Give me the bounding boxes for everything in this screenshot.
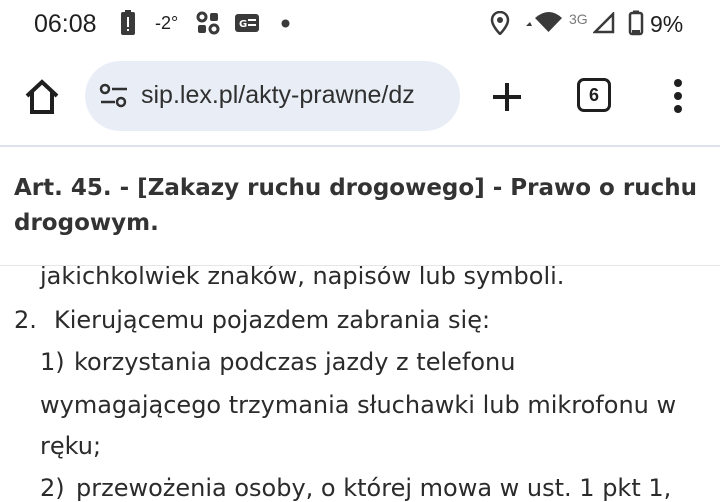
battery-percent: 9% [650,10,684,37]
tune-icon[interactable] [99,83,129,109]
home-icon[interactable] [22,77,62,117]
battery-icon [628,10,644,36]
network-type: 3G [569,11,588,27]
tab-count: 6 [588,85,599,105]
clock: 06:08 [34,10,97,38]
browser-toolbar: sip.lex.pl/akty-prawne/dz 6 [0,48,720,145]
text-line: wymagającego trzymania słuchawki lub mik… [40,391,677,419]
url-bar[interactable]: sip.lex.pl/akty-prawne/dz [85,61,460,131]
point-number: 1) [40,348,65,376]
article-body: jakichkolwiek znaków, napisów lub symbol… [0,266,720,502]
text-line: ręku; [40,432,102,460]
signal-icon [593,10,615,36]
location-icon [490,10,510,36]
point-1: 1) korzystania podczas jazdy z telefonu [40,348,516,376]
paragraph-number: 2. [14,306,37,334]
tabs-button[interactable]: 6 [577,78,611,112]
battery-alert-icon [120,10,136,36]
paragraph-2: 2. Kierującemu pojazdem zabrania się: [14,306,491,334]
svg-text:G: G [239,19,247,30]
weather-icon [196,10,220,36]
dot-icon [281,10,290,36]
more-vert-icon[interactable] [666,76,690,118]
point-number: 2) [40,474,65,502]
status-bar: 06:08 -2° G 3G 9% [0,0,720,48]
url-text[interactable]: sip.lex.pl/akty-prawne/dz [141,81,451,110]
news-icon: G [235,10,259,36]
temperature: -2° [155,12,179,33]
point-2: 2) przewożenia osoby, o której mowa w ust… [40,474,672,502]
wifi-icon [524,10,564,36]
article-header: Art. 45. - [Zakazy ruchu drogowego] - Pr… [0,147,720,265]
text-line: jakichkolwiek znaków, napisów lub symbol… [40,266,565,290]
article-title: Art. 45. - [Zakazy ruchu drogowego] - Pr… [14,175,697,236]
plus-icon[interactable] [490,80,524,114]
